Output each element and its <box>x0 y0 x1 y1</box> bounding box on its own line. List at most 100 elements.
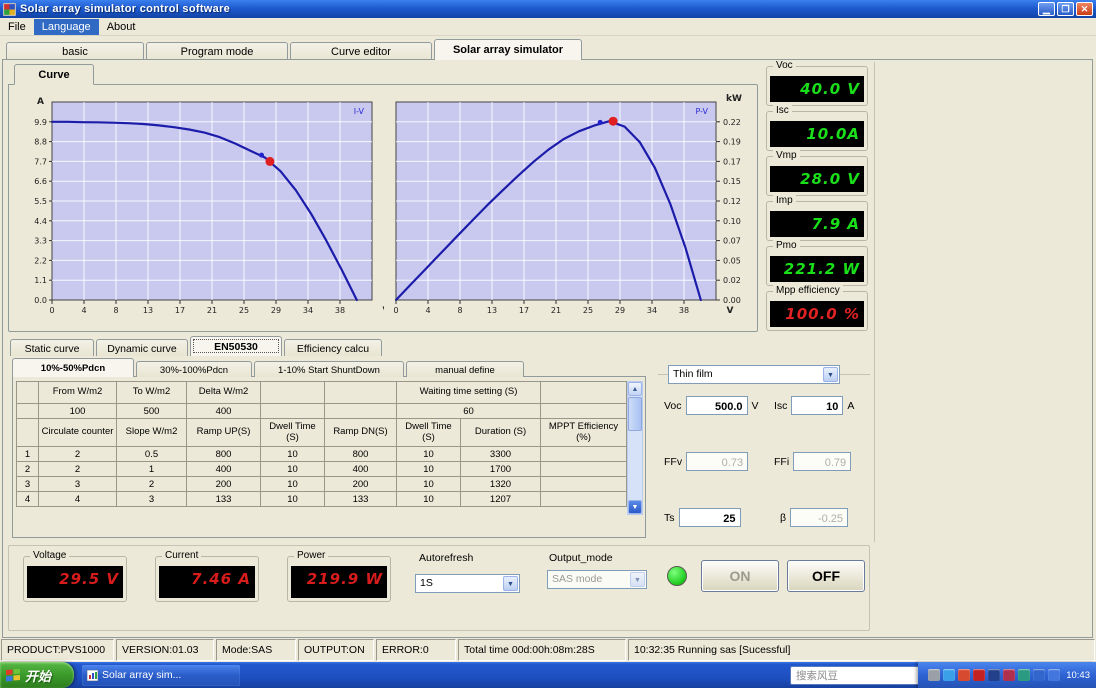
ffi-input[interactable] <box>793 452 852 471</box>
start-button[interactable]: 开始 <box>0 662 74 688</box>
scroll-down-icon[interactable]: ▼ <box>628 500 642 514</box>
table-cell: 10 <box>396 446 461 462</box>
app-tray-icon[interactable] <box>1003 669 1016 681</box>
network-icon[interactable] <box>1018 669 1031 681</box>
en50530-tab-strip: Static curve Dynamic curve EN50530 Efficien… <box>10 336 384 356</box>
measurement-value: 100.0 % <box>770 301 864 327</box>
table-row: From W/m2 To W/m2 Delta W/m2 Waiting time s… <box>16 381 627 404</box>
scroll-thumb[interactable] <box>628 397 642 431</box>
autorefresh-value: 1S <box>420 577 433 589</box>
table-row: 100 500 400 60 <box>16 403 627 419</box>
svg-text:4: 4 <box>425 306 430 315</box>
chevron-down-icon[interactable]: ▼ <box>823 367 838 382</box>
table-row: 4 4 3 133 10 133 10 1207 <box>16 491 627 507</box>
menu-item-about[interactable]: About <box>99 19 144 35</box>
table-cell: 3300 <box>460 446 541 462</box>
svg-text:V: V <box>383 306 384 316</box>
usb-device-icon[interactable] <box>928 669 941 681</box>
tab-solar-array-simulator[interactable]: Solar array simulator <box>434 39 582 60</box>
off-button[interactable]: OFF <box>787 560 865 592</box>
table-cell: Slope W/m2 <box>116 418 187 447</box>
measurement-value: 10.0A <box>770 121 864 147</box>
table-cell <box>540 461 627 477</box>
table-cell: Duration (S) <box>460 418 541 447</box>
table-cell: 1 <box>116 461 187 477</box>
tab-curve-editor[interactable]: Curve editor <box>290 42 432 60</box>
output-mode-select[interactable]: SAS mode ▼ <box>547 570 647 589</box>
voc-unit: V <box>751 399 759 412</box>
table-cell: 400 <box>186 461 261 477</box>
isc-input[interactable] <box>791 396 844 415</box>
tab-basic[interactable]: basic <box>6 42 144 60</box>
search-input[interactable]: 搜索风豆 <box>791 668 929 683</box>
ffv-field-row: FFv <box>664 452 749 471</box>
volume-icon[interactable] <box>943 669 956 681</box>
table-cell: 1207 <box>460 491 541 507</box>
iv-chart[interactable]: 0.0 1.1 2.2 3.3 4.4 5.5 6.6 7.7 8.8 9.9 0 4 8 13 17 21 2… <box>26 92 389 320</box>
output-mode-label: Output_mode <box>549 552 613 564</box>
model-value: Thin film <box>673 368 713 380</box>
ts-input[interactable] <box>678 508 741 527</box>
ffi-field-row: FFi <box>774 452 852 471</box>
table-cell: 2 <box>16 461 39 477</box>
tab-efficiency-calcu[interactable]: Efficiency calcu <box>284 339 382 356</box>
messenger-icon[interactable] <box>988 669 1001 681</box>
window-title: Solar array simulator control software <box>20 3 231 15</box>
table-cell: 4 <box>38 491 117 507</box>
svg-text:29: 29 <box>615 306 625 315</box>
menu-item-language[interactable]: Language <box>33 18 99 35</box>
pv-chart[interactable]: 0.00 0.02 0.05 0.07 0.10 0.12 0.15 0.17 0.19 0.22… <box>390 92 754 320</box>
tab-program-mode[interactable]: Program mode <box>146 42 288 60</box>
svg-text:P-V: P-V <box>695 107 708 116</box>
beta-label: β <box>780 511 787 524</box>
tab-manual-define[interactable]: manual define <box>406 361 524 377</box>
svg-text:kW: kW <box>726 94 742 104</box>
status-segment-1: VERSION:01.03 <box>116 639 214 661</box>
tab-dynamic-curve[interactable]: Dynamic curve <box>96 339 188 356</box>
tab-1-10-start-shuntdown[interactable]: 1-10% Start ShuntDown <box>254 361 404 377</box>
ffv-input[interactable] <box>686 452 749 471</box>
tab-static-curve[interactable]: Static curve <box>10 339 94 356</box>
measurement-label: Imp <box>773 195 796 206</box>
antivirus-icon[interactable] <box>958 669 971 681</box>
svg-text:34: 34 <box>303 306 313 315</box>
table-scrollbar[interactable]: ▲ ▼ <box>627 381 643 515</box>
autorefresh-select[interactable]: 1S ▼ <box>415 574 520 593</box>
current-value: 7.46 A <box>159 566 255 598</box>
svg-text:A: A <box>37 97 44 107</box>
beta-input[interactable] <box>790 508 849 527</box>
taskbar-app-button[interactable]: Solar array sim... <box>82 664 240 686</box>
measurement-value: 40.0 V <box>770 76 864 102</box>
on-button[interactable]: ON <box>701 560 779 592</box>
tab-10-50-pdcn[interactable]: 10%-50%Pdcn <box>12 358 134 377</box>
menu-item-file[interactable]: File <box>0 19 34 35</box>
measurement-vmp: Vmp 28.0 V <box>766 150 868 196</box>
security-shield-icon[interactable] <box>1033 669 1046 681</box>
menu-bar: File Language About <box>0 18 1096 36</box>
measurement-value: 221.2 W <box>770 256 864 282</box>
app-icon <box>87 669 98 681</box>
scroll-up-icon[interactable]: ▲ <box>628 382 642 396</box>
tab-curve[interactable]: Curve <box>14 64 94 85</box>
main-tab-strip: basic Program mode Curve editor Solar array… <box>6 38 1092 60</box>
table-cell <box>260 381 325 404</box>
alert-icon[interactable] <box>973 669 986 681</box>
table-cell: 10 <box>260 461 325 477</box>
voltage-value: 29.5 V <box>27 566 123 598</box>
tab-en50530[interactable]: EN50530 <box>190 336 282 356</box>
svg-text:21: 21 <box>207 306 217 315</box>
maximize-button[interactable]: ❐ <box>1057 2 1074 16</box>
minimize-button[interactable]: ▁ <box>1038 2 1055 16</box>
close-button[interactable]: ✕ <box>1076 2 1093 16</box>
voc-input[interactable] <box>685 396 748 415</box>
table-cell <box>324 403 397 419</box>
table-cell <box>324 381 397 404</box>
chevron-down-icon[interactable]: ▼ <box>503 576 518 591</box>
svg-text:0.15: 0.15 <box>723 177 741 186</box>
update-shield-icon[interactable] <box>1048 669 1061 681</box>
table-cell <box>540 491 627 507</box>
tab-30-100-pdcn[interactable]: 30%-100%Pdcn <box>136 361 252 377</box>
svg-text:13: 13 <box>143 306 153 315</box>
model-select[interactable]: Thin film ▼ <box>668 365 840 384</box>
table-cell: From W/m2 <box>38 381 117 404</box>
